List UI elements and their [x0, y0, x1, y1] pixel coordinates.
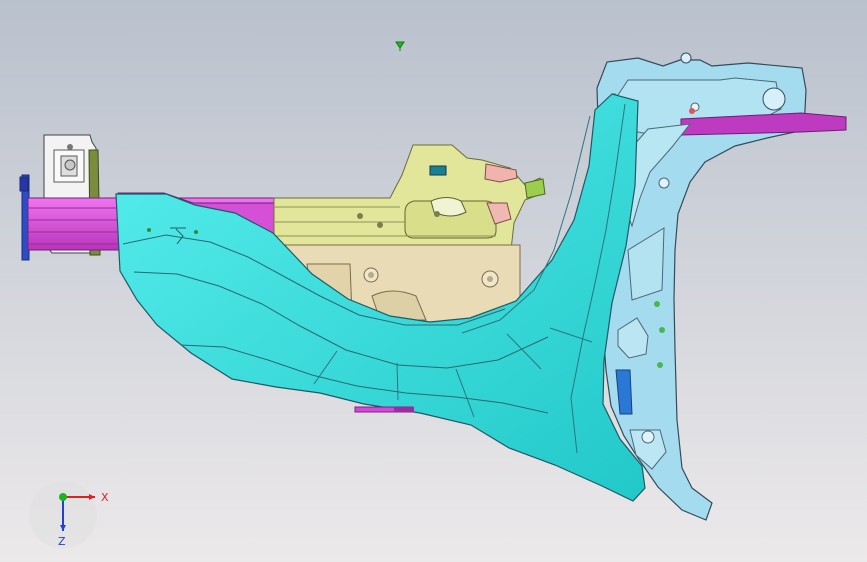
x-axis-label: X — [101, 491, 109, 504]
y-axis-origin-icon — [59, 493, 67, 501]
z-axis-label: Z — [58, 535, 66, 548]
cad-model-viewport[interactable]: X Z — [0, 0, 867, 562]
connector-block[interactable] — [429, 165, 447, 176]
lower-magenta-strip[interactable] — [354, 406, 414, 413]
model-canvas[interactable]: X Z — [0, 0, 867, 562]
